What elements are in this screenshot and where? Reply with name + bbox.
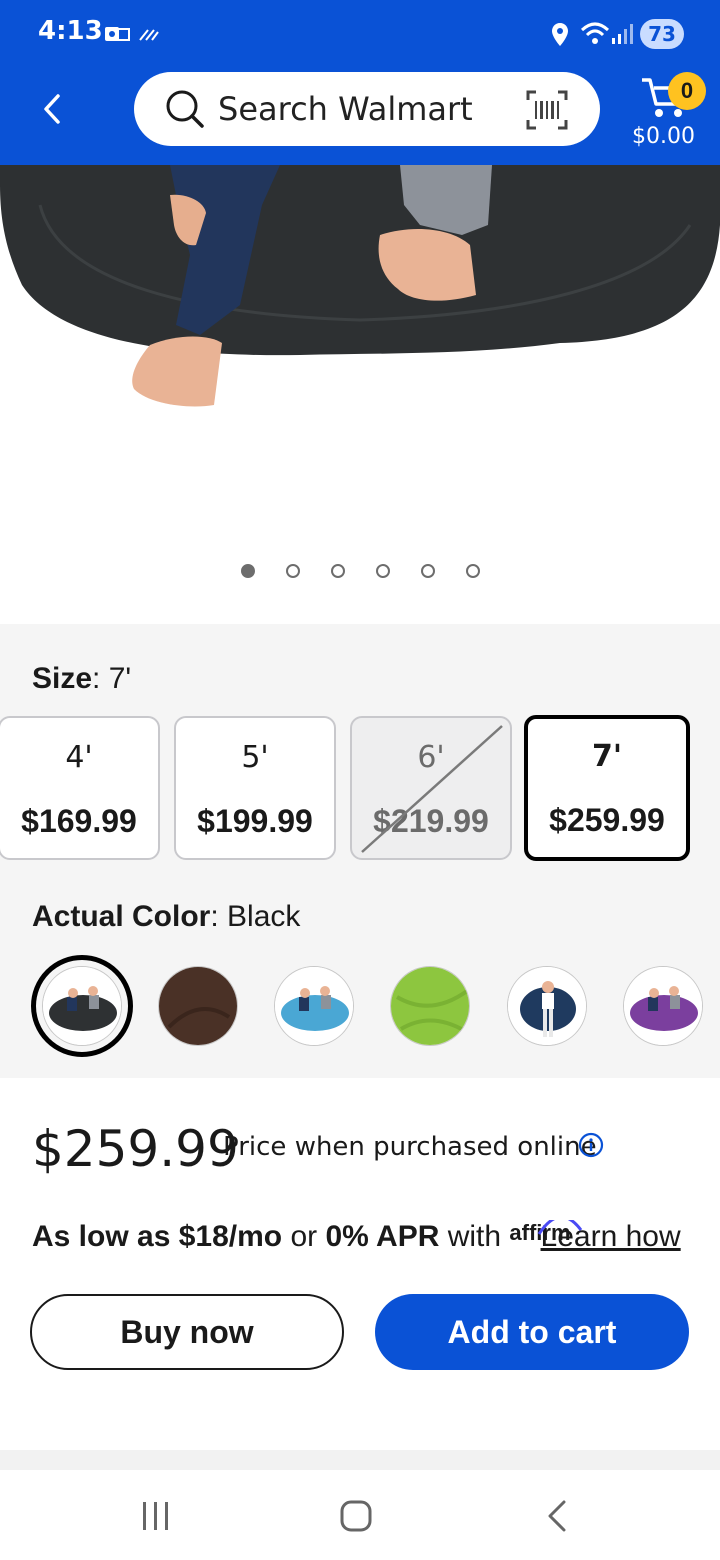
outlook-icon <box>105 27 130 41</box>
color-swatch-brown[interactable] <box>158 966 238 1046</box>
carousel-dot[interactable] <box>286 564 300 578</box>
size-option-7ft-selected[interactable]: 7' $259.99 <box>524 715 690 861</box>
color-swatch-purple[interactable] <box>623 966 703 1046</box>
location-icon <box>552 23 568 46</box>
size-option-6ft-unavailable[interactable]: 6' $219.99 <box>350 716 512 860</box>
size-option-size: 7' <box>591 739 623 774</box>
product-image[interactable] <box>0 165 720 625</box>
size-option-price: $259.99 <box>549 802 665 838</box>
unavailable-strike <box>361 725 503 853</box>
barcode-scan-icon[interactable] <box>526 90 568 130</box>
size-option-5ft[interactable]: 5' $199.99 <box>174 716 336 860</box>
status-time: 4:13 <box>38 16 103 46</box>
color-selected-value: Black <box>227 900 301 933</box>
back-nav-icon[interactable] <box>540 1498 576 1534</box>
size-label: Size <box>32 662 93 695</box>
search-input[interactable]: Search Walmart <box>218 90 473 128</box>
size-label-row: Size: 7' <box>32 662 132 695</box>
carousel-dot[interactable] <box>421 564 435 578</box>
color-label: Actual Color <box>32 900 211 933</box>
swatch-image <box>508 967 586 1045</box>
price-note: Price when purchased online <box>223 1132 597 1162</box>
swatch-image <box>275 967 353 1045</box>
carousel-dot[interactable] <box>376 564 390 578</box>
financing-apr: 0% APR <box>325 1220 440 1253</box>
system-nav-bar <box>0 1470 720 1560</box>
carousel-dot[interactable] <box>466 564 480 578</box>
buy-now-button[interactable]: Buy now <box>30 1294 344 1370</box>
current-price: $259.99 <box>32 1120 239 1178</box>
info-icon[interactable] <box>578 1132 604 1158</box>
size-option-price: $169.99 <box>21 803 137 839</box>
color-swatch-lime[interactable] <box>390 966 470 1046</box>
search-bar[interactable]: Search Walmart <box>134 72 600 146</box>
size-option-size: 4' <box>65 740 93 775</box>
financing-monthly: As low as $18/mo <box>32 1220 283 1253</box>
swatch-image <box>159 967 237 1045</box>
color-swatch-navy[interactable] <box>507 966 587 1046</box>
wifi-icon <box>580 22 610 44</box>
size-option-price: $199.99 <box>197 803 313 839</box>
add-to-cart-button[interactable]: Add to cart <box>375 1294 689 1370</box>
color-swatch-blue[interactable] <box>274 966 354 1046</box>
recent-apps-icon[interactable] <box>138 1498 174 1534</box>
color-swatch-black[interactable] <box>42 966 122 1046</box>
carousel-dot[interactable] <box>241 564 255 578</box>
affirm-arc-icon <box>538 1220 583 1235</box>
financing-with: with <box>439 1220 510 1253</box>
carousel-dot[interactable] <box>331 564 345 578</box>
swatch-image <box>391 967 469 1045</box>
size-selected-value: 7' <box>108 662 132 695</box>
size-option-4ft[interactable]: 4' $169.99 <box>0 716 160 860</box>
swatch-image <box>624 967 702 1045</box>
chevron-left-icon <box>44 94 60 124</box>
swatch-image <box>43 967 121 1045</box>
cart-total: $0.00 <box>632 124 695 149</box>
affirm-logo: affirm <box>509 1220 583 1246</box>
signal-icon <box>612 24 633 44</box>
home-icon[interactable] <box>338 1498 374 1534</box>
cart-count-badge: 0 <box>668 72 706 110</box>
financing-line: As low as $18/mo or 0% APR with affirm Le… <box>32 1220 690 1254</box>
financing-or: or <box>282 1220 326 1253</box>
back-button[interactable] <box>32 84 76 134</box>
color-label-row: Actual Color: Black <box>32 900 301 933</box>
section-divider <box>0 1450 720 1470</box>
bean-bag-image <box>0 165 720 407</box>
search-icon <box>166 90 204 128</box>
battery-indicator: 73 <box>640 19 684 49</box>
size-option-size: 5' <box>241 740 269 775</box>
wifi-calling-icon <box>139 29 159 41</box>
